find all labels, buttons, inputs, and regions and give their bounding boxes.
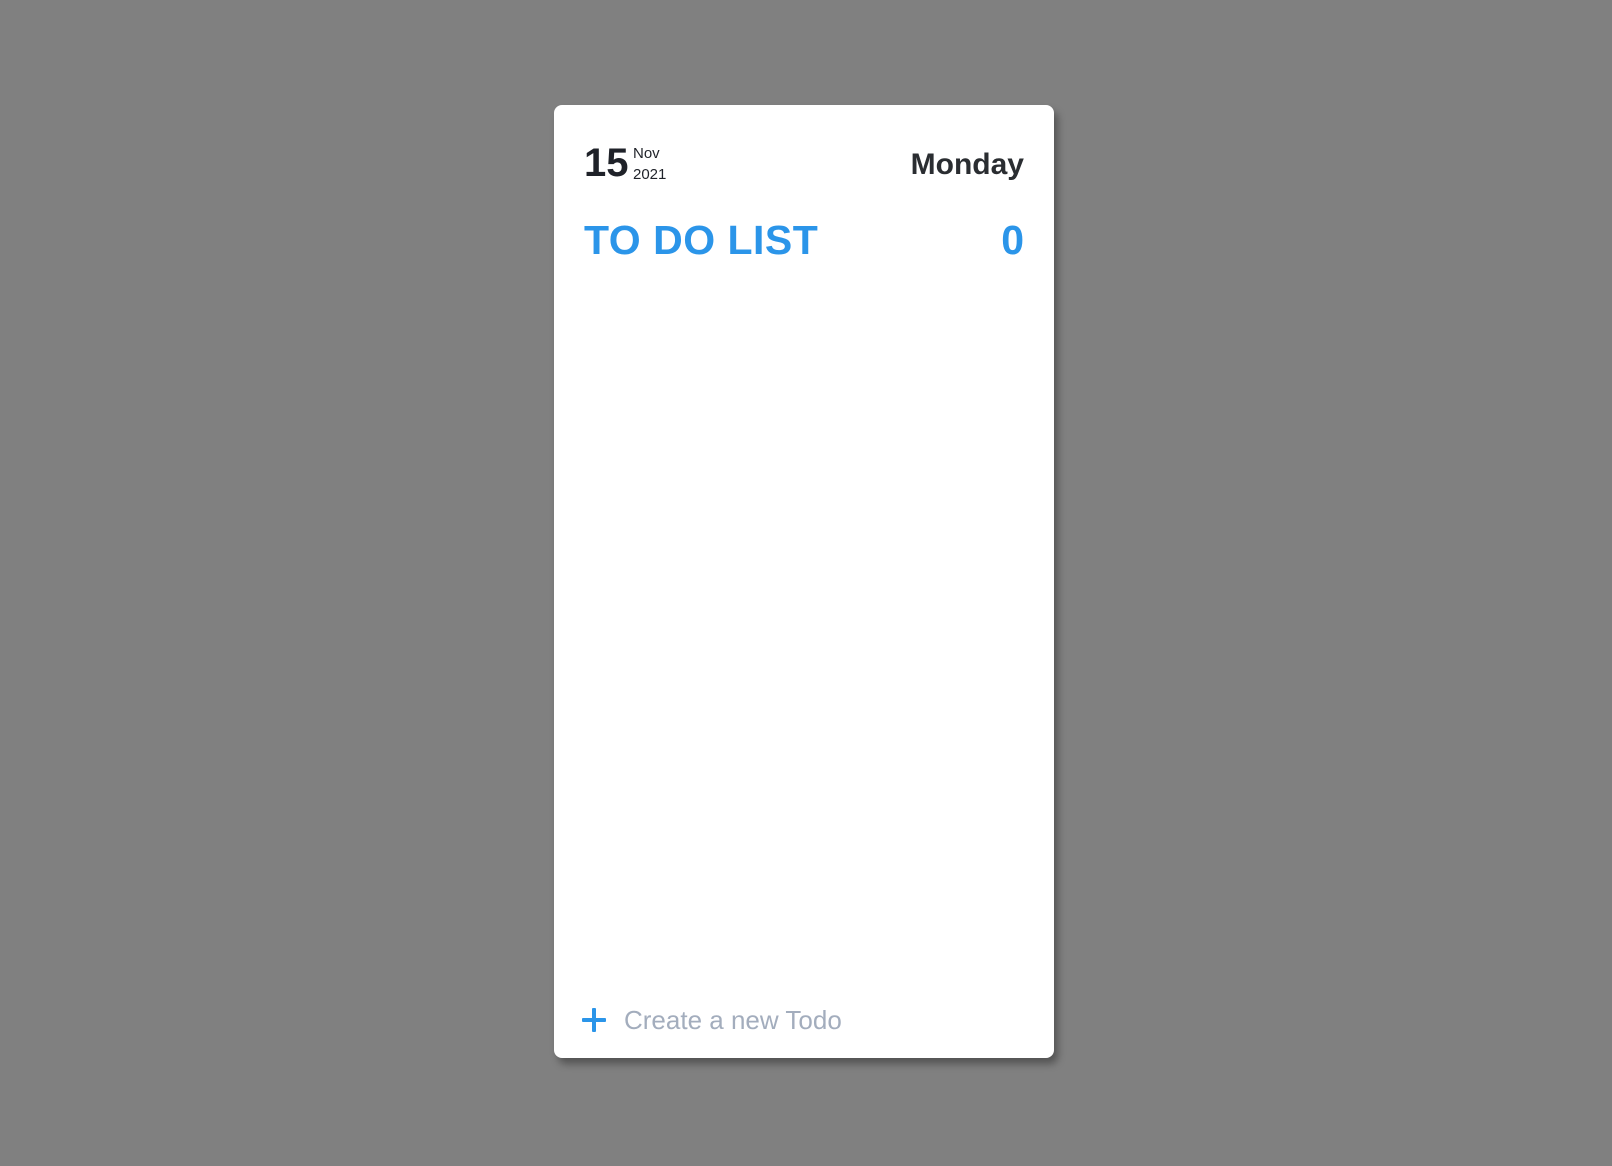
date-day: 15 xyxy=(584,141,629,185)
date-month: Nov xyxy=(633,145,660,162)
date-weekday: Monday xyxy=(910,148,1024,181)
new-todo-input[interactable] xyxy=(624,1002,1024,1038)
todo-list xyxy=(584,285,1024,988)
date-header: 15 Nov 2021 Monday xyxy=(584,135,1024,185)
list-title: TO DO LIST xyxy=(584,217,819,263)
todo-count: 0 xyxy=(1001,217,1024,263)
plus-icon[interactable] xyxy=(582,1008,606,1032)
date-month-year: Nov 2021 xyxy=(633,143,666,185)
list-header: TO DO LIST 0 xyxy=(584,215,1024,265)
date-year: 2021 xyxy=(633,166,667,183)
todo-card: 15 Nov 2021 Monday TO DO LIST 0 xyxy=(554,105,1054,1058)
create-todo-row xyxy=(582,1000,1024,1040)
